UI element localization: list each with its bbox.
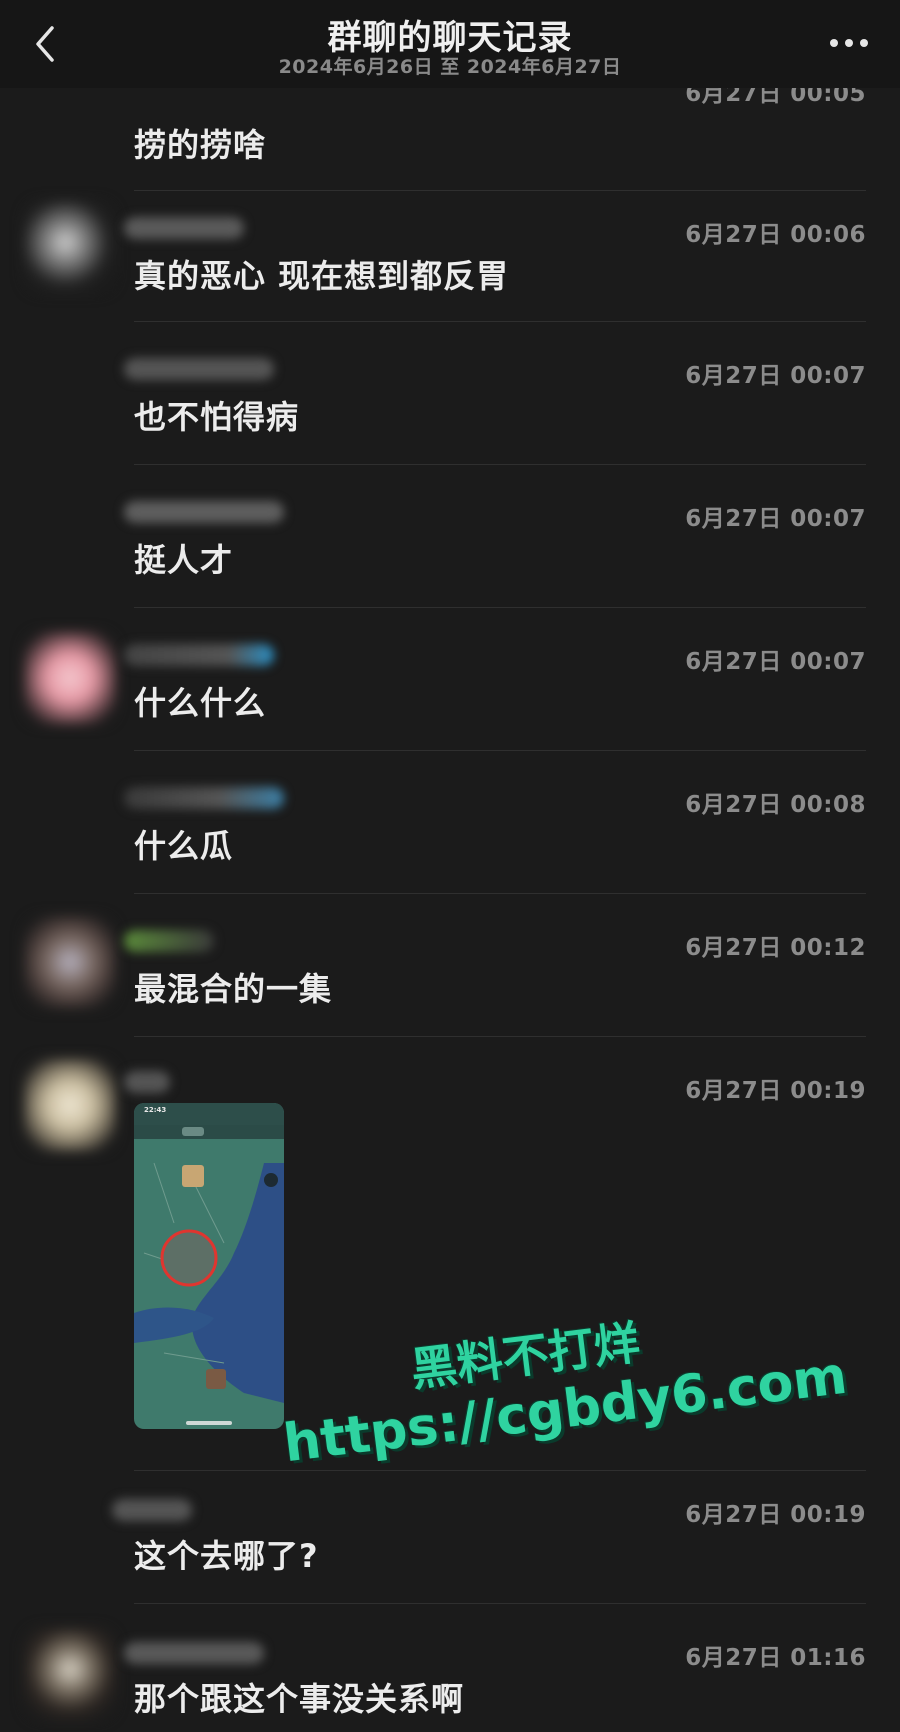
avatar[interactable] bbox=[24, 1628, 116, 1720]
message-text: 也不怕得病 bbox=[134, 398, 300, 436]
avatar[interactable] bbox=[24, 632, 116, 724]
avatar[interactable] bbox=[24, 201, 116, 293]
message-text: 什么什么 bbox=[134, 684, 267, 722]
message-text: 捞的捞啥 bbox=[134, 126, 267, 164]
message-text: 那个跟这个事没关系啊 bbox=[134, 1680, 465, 1718]
message-text: 最混合的一集 bbox=[134, 970, 333, 1008]
sender-name-redacted bbox=[124, 217, 244, 239]
sender-name-redacted bbox=[124, 1642, 264, 1664]
divider bbox=[134, 1603, 866, 1604]
divider bbox=[134, 1470, 866, 1471]
image-status-time: 22:43 bbox=[144, 1106, 167, 1114]
avatar[interactable] bbox=[24, 916, 116, 1008]
message-time: 6月27日 00:06 bbox=[685, 222, 866, 248]
message-time: 6月27日 01:16 bbox=[685, 1645, 866, 1671]
sender-name-redacted bbox=[124, 930, 214, 952]
message-text: 什么瓜 bbox=[134, 827, 234, 865]
date-range: 2024年6月26日 至 2024年6月27日 bbox=[278, 56, 622, 78]
message-time: 6月27日 00:08 bbox=[685, 792, 866, 818]
sender-name-redacted bbox=[112, 1499, 192, 1521]
divider bbox=[134, 190, 866, 191]
sender-name-redacted bbox=[124, 787, 284, 809]
divider bbox=[134, 750, 866, 751]
avatar[interactable] bbox=[24, 1059, 116, 1151]
divider bbox=[134, 893, 866, 894]
sender-name-redacted bbox=[124, 501, 284, 523]
divider bbox=[134, 607, 866, 608]
message-time: 6月27日 00:07 bbox=[685, 506, 866, 532]
message-time: 6月27日 00:07 bbox=[685, 363, 866, 389]
message-text: 这个去哪了? bbox=[134, 1537, 319, 1575]
divider bbox=[134, 1036, 866, 1037]
message-text: 挺人才 bbox=[134, 541, 234, 579]
header-bar: 群聊的聊天记录 2024年6月26日 至 2024年6月27日 bbox=[0, 0, 900, 88]
map-image bbox=[134, 1103, 284, 1429]
message-time: 6月27日 00:19 bbox=[685, 1078, 866, 1104]
map-screenshot-image[interactable]: 22:43 bbox=[134, 1103, 284, 1429]
divider bbox=[134, 464, 866, 465]
sender-name-redacted bbox=[124, 644, 274, 666]
message-time: 6月27日 00:19 bbox=[685, 1502, 866, 1528]
sender-name-redacted bbox=[124, 358, 274, 380]
more-button[interactable] bbox=[826, 26, 872, 60]
more-dots-icon bbox=[830, 39, 868, 47]
sender-name-redacted bbox=[124, 1071, 170, 1093]
message-text: 真的恶心 现在想到都反胃 bbox=[134, 257, 510, 295]
message-time: 6月27日 00:12 bbox=[685, 935, 866, 961]
divider bbox=[134, 321, 866, 322]
message-time: 6月27日 00:07 bbox=[685, 649, 866, 675]
